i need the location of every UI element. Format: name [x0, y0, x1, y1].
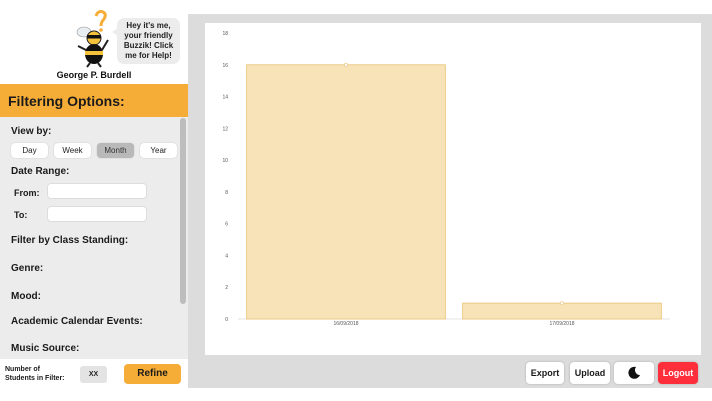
bubble-line: Buzzik! Click	[123, 41, 174, 50]
view-week-button[interactable]: Week	[54, 143, 91, 158]
bubble-line: Hey it's me,	[126, 21, 171, 30]
logout-button[interactable]: Logout	[658, 362, 698, 384]
to-label: To:	[14, 210, 28, 220]
bar-point-1	[560, 301, 564, 306]
students-label-line: Number of	[5, 366, 40, 373]
date-range-label: Date Range:	[11, 166, 70, 177]
filter-header: Filtering Options:	[0, 84, 188, 117]
from-date-input[interactable]	[47, 183, 147, 199]
mascot-area: Hey it's me, your friendly Buzzik! Click…	[0, 0, 188, 84]
filter-panel: View by: Day Week Month Year Date Range:…	[0, 117, 188, 359]
y-tick-label: 4	[225, 253, 228, 259]
view-day-button[interactable]: Day	[11, 143, 48, 158]
view-by-label: View by:	[11, 126, 52, 137]
students-in-filter-label: Number of Students in Filter:	[5, 365, 65, 383]
x-tick-label: 17/09/2018	[549, 321, 574, 327]
genre-label: Genre:	[11, 263, 44, 274]
y-tick-label: 8	[225, 190, 228, 196]
bubble-line: your friendly	[124, 31, 173, 40]
music-source-label: Music Source:	[11, 343, 80, 354]
app-window: Hey it's me, your friendly Buzzik! Click…	[0, 0, 712, 401]
y-tick-label: 16	[222, 63, 228, 69]
dark-mode-button[interactable]	[614, 362, 654, 384]
to-date-input[interactable]	[47, 206, 147, 222]
bar-chart: 0 2 4 6 8 10 12 14 16 18 16/09/2018 17/09/2018	[222, 31, 670, 327]
upload-button[interactable]: Upload	[570, 362, 610, 384]
export-button[interactable]: Export	[526, 362, 564, 384]
sidebar: Hey it's me, your friendly Buzzik! Click…	[0, 0, 188, 401]
main-area: 0 2 4 6 8 10 12 14 16 18 16/09/2018 17/09/2018 Expo…	[188, 14, 712, 388]
y-tick-label: 12	[222, 126, 228, 132]
bar-0	[246, 64, 446, 320]
student-count-badge: XX	[80, 366, 107, 383]
bar-1	[462, 302, 662, 320]
y-tick-label: 14	[222, 95, 228, 101]
from-label: From:	[14, 188, 40, 198]
y-tick-label: 0	[225, 317, 228, 323]
chart-card: 0 2 4 6 8 10 12 14 16 18 16/09/2018 17/09/2018	[205, 23, 701, 355]
user-name: George P. Burdell	[56, 70, 132, 80]
bubble-line: me for Help!	[125, 51, 172, 60]
students-label-line: Students in Filter:	[5, 375, 65, 382]
y-tick-label: 2	[225, 285, 228, 291]
help-speech-bubble[interactable]: Hey it's me, your friendly Buzzik! Click…	[112, 18, 180, 64]
refine-button[interactable]: Refine	[124, 364, 181, 384]
bee-mascot-icon[interactable]	[72, 10, 116, 68]
mood-label: Mood:	[11, 291, 41, 302]
academic-calendar-label: Academic Calendar Events:	[11, 316, 143, 327]
x-tick-label: 16/09/2018	[333, 321, 358, 327]
y-tick-label: 6	[225, 222, 228, 228]
filter-scrollbar[interactable]	[180, 118, 186, 304]
class-standing-label: Filter by Class Standing:	[11, 235, 129, 246]
filter-footer: Number of Students in Filter: XX Refine	[0, 359, 188, 389]
moon-icon	[628, 366, 640, 379]
view-month-button[interactable]: Month	[97, 143, 134, 158]
view-year-button[interactable]: Year	[140, 143, 177, 158]
y-tick-label: 18	[222, 31, 228, 37]
bar-point-0	[344, 62, 348, 67]
y-tick-label: 10	[222, 158, 228, 164]
